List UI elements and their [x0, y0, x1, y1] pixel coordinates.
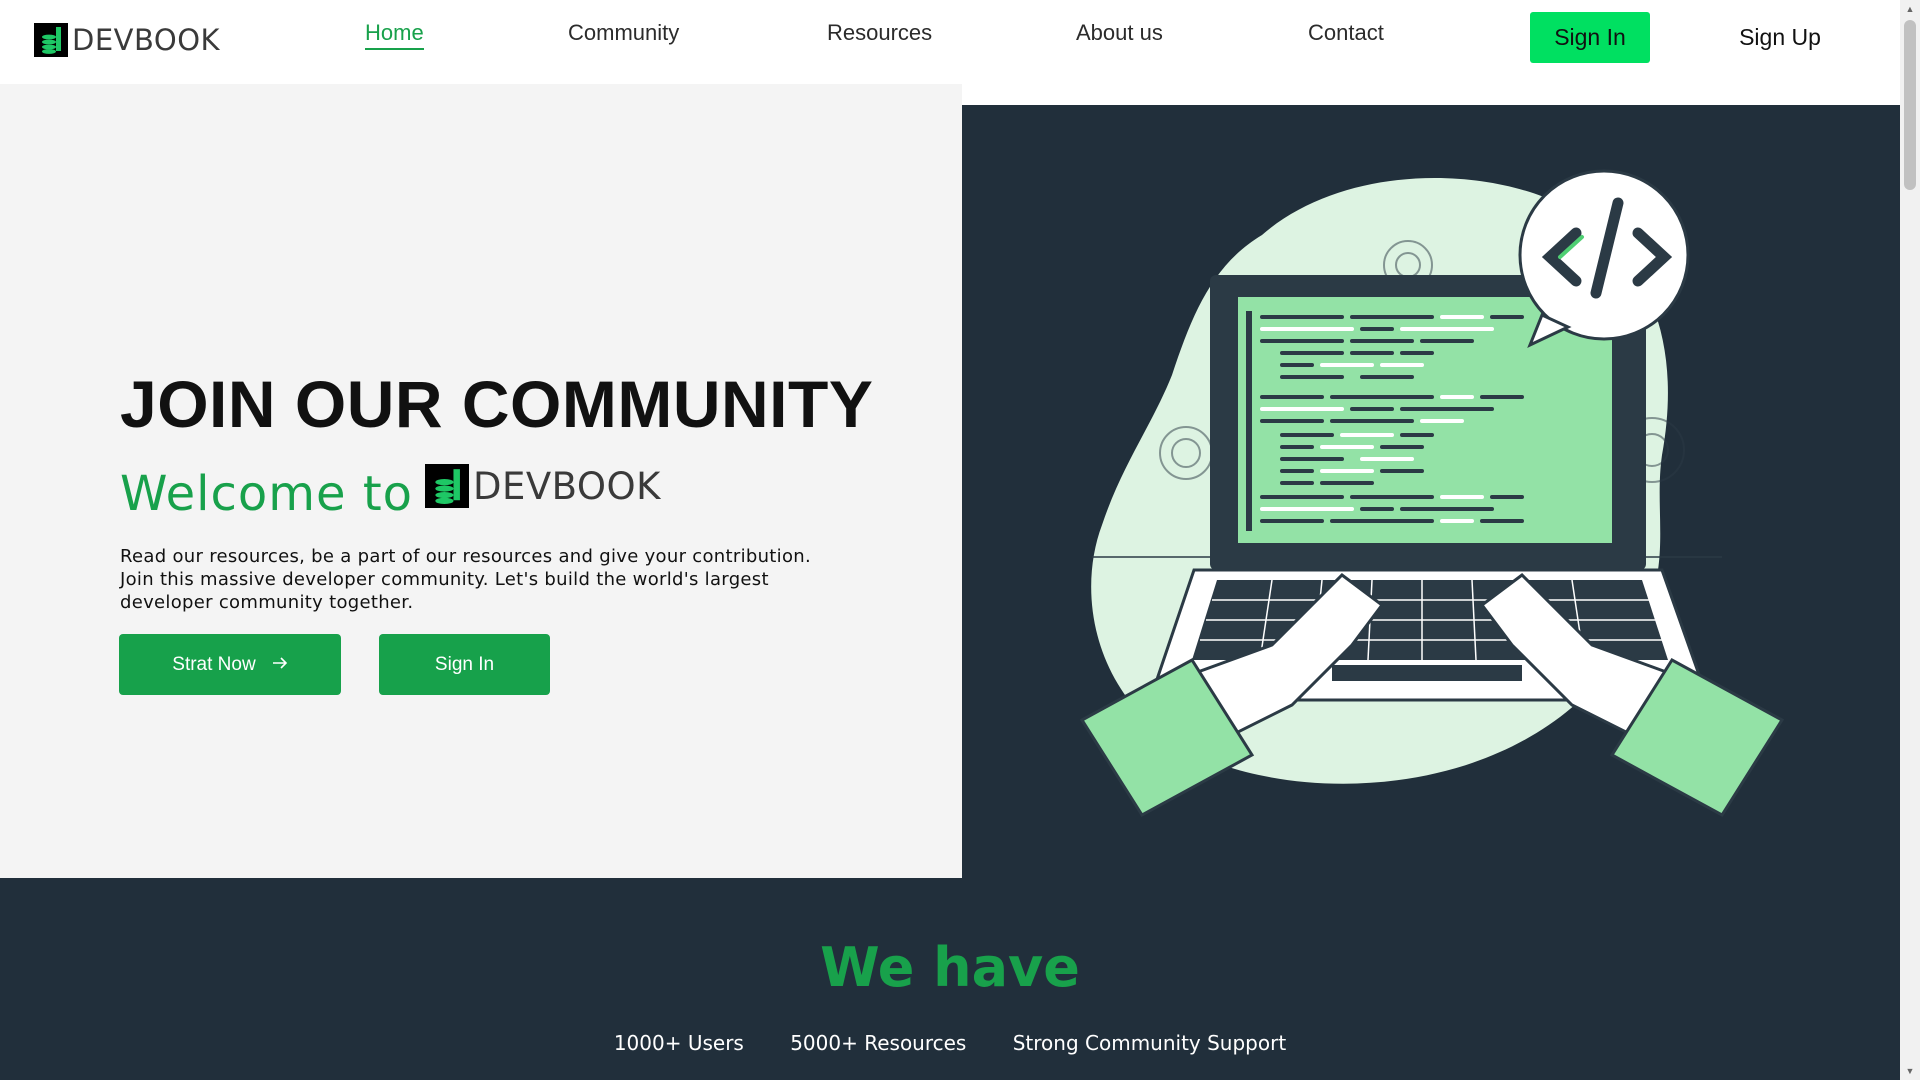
welcome-brand-name: DEVBOOK	[473, 464, 661, 508]
brand-name: DEVBOOK	[72, 23, 221, 57]
start-now-button[interactable]: Strat Now	[119, 634, 341, 695]
scroll-down-icon[interactable]: ▼	[1900, 1062, 1920, 1080]
devbook-logo-icon	[34, 23, 68, 57]
page-scrollbar[interactable]: ▲ ▼	[1900, 0, 1920, 1080]
page: DEVBOOK Home Community Resources About u…	[0, 0, 1900, 1080]
devbook-logo-icon	[425, 464, 469, 508]
brand-logo[interactable]: DEVBOOK	[34, 22, 220, 58]
header-sign-up-button[interactable]: Sign Up	[1720, 12, 1840, 63]
stats-list: 1000+ Users 5000+ Resources Strong Commu…	[0, 1031, 1900, 1055]
laptop-coding-illustration	[1079, 169, 1785, 817]
nav-about-us[interactable]: About us	[1076, 20, 1163, 46]
nav-resources[interactable]: Resources	[827, 20, 932, 46]
nav-home[interactable]: Home	[365, 20, 424, 50]
welcome-row: Welcome to DEVBOOK	[120, 464, 660, 522]
scroll-up-icon[interactable]: ▲	[1900, 0, 1920, 18]
arrow-right-icon	[272, 654, 288, 676]
hero-sign-in-button[interactable]: Sign In	[379, 634, 550, 695]
nav-contact[interactable]: Contact	[1308, 20, 1384, 46]
header-sign-in-button[interactable]: Sign In	[1530, 12, 1650, 63]
hero-title: JOIN OUR COMMUNITY	[120, 367, 874, 441]
top-navbar: DEVBOOK Home Community Resources About u…	[0, 0, 1900, 84]
nav-community[interactable]: Community	[568, 20, 679, 46]
stats-title: We have	[820, 936, 1080, 999]
start-now-label: Strat Now	[172, 653, 256, 675]
stat-users: 1000+ Users	[613, 1031, 744, 1055]
stats-section: We have 1000+ Users 5000+ Resources Stro…	[0, 878, 1900, 1080]
welcome-text: Welcome to	[120, 466, 414, 522]
stat-resources: 5000+ Resources	[790, 1031, 967, 1055]
welcome-brand-logo: DEVBOOK	[425, 464, 661, 508]
stat-community-support: Strong Community Support	[1012, 1031, 1287, 1055]
hero-illustration-panel	[962, 105, 1900, 878]
scrollbar-thumb[interactable]	[1904, 20, 1916, 190]
hero-description: Read our resources, be a part of our res…	[120, 546, 812, 613]
